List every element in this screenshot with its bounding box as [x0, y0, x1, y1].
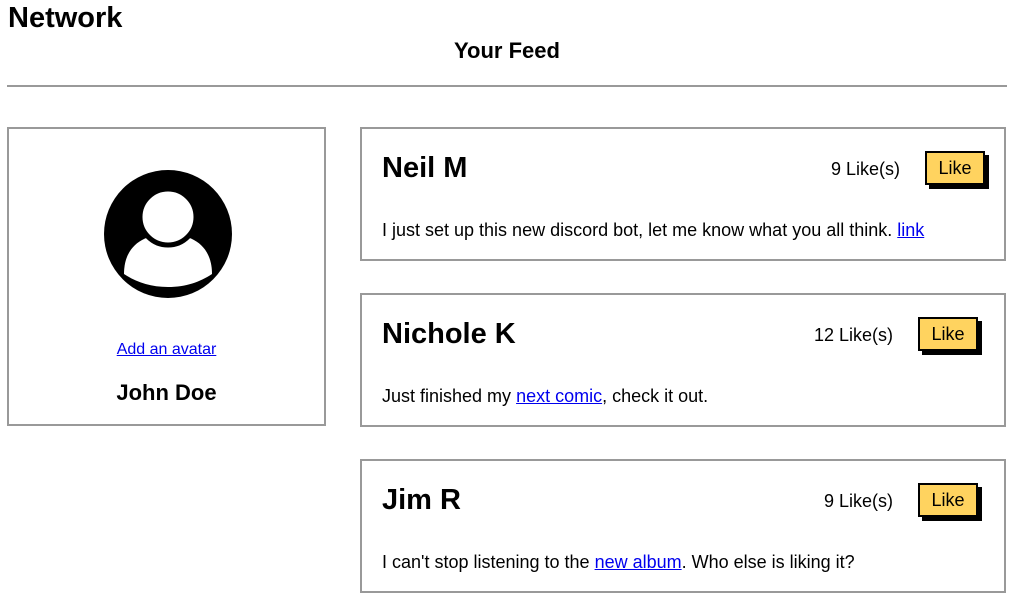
post-like-count: 9 Like(s): [823, 491, 893, 511]
post-text: Just finished my: [382, 386, 517, 406]
user-avatar-icon: [104, 170, 232, 298]
post-author: Neil M: [382, 152, 468, 184]
header-divider: [7, 85, 1007, 87]
post-like-count: 9 Like(s): [830, 159, 900, 179]
post-body: I just set up this new discord bot, let …: [382, 219, 924, 241]
post-card: Jim R 9 Like(s) Like I can't stop listen…: [360, 459, 1006, 593]
post-link[interactable]: new album: [595, 552, 682, 572]
profile-card: Add an avatar John Doe: [7, 127, 326, 426]
post-card: Neil M 9 Like(s) Like I just set up this…: [360, 127, 1006, 261]
post-body: Just finished my next comic, check it ou…: [382, 385, 708, 407]
post-like-count: 12 Like(s): [813, 325, 893, 345]
post-card: Nichole K 12 Like(s) Like Just finished …: [360, 293, 1006, 427]
like-button[interactable]: Like: [925, 151, 985, 185]
post-text: I just set up this new discord bot, let …: [382, 220, 898, 240]
feed-title: Your Feed: [454, 38, 560, 63]
profile-name: John Doe: [116, 380, 217, 405]
like-button[interactable]: Like: [918, 317, 978, 351]
brand-title: Network: [8, 2, 123, 34]
post-text-after: . Who else is liking it?: [681, 552, 855, 572]
post-text: I can't stop listening to the: [382, 552, 595, 572]
add-avatar-link[interactable]: Add an avatar: [9, 340, 324, 360]
post-link[interactable]: link: [897, 220, 924, 240]
post-link[interactable]: next comic: [516, 386, 602, 406]
post-author: Jim R: [382, 484, 461, 516]
post-text-after: , check it out.: [602, 386, 709, 406]
like-button[interactable]: Like: [918, 483, 978, 517]
post-author: Nichole K: [382, 318, 516, 350]
post-body: I can't stop listening to the new album.…: [382, 551, 855, 573]
